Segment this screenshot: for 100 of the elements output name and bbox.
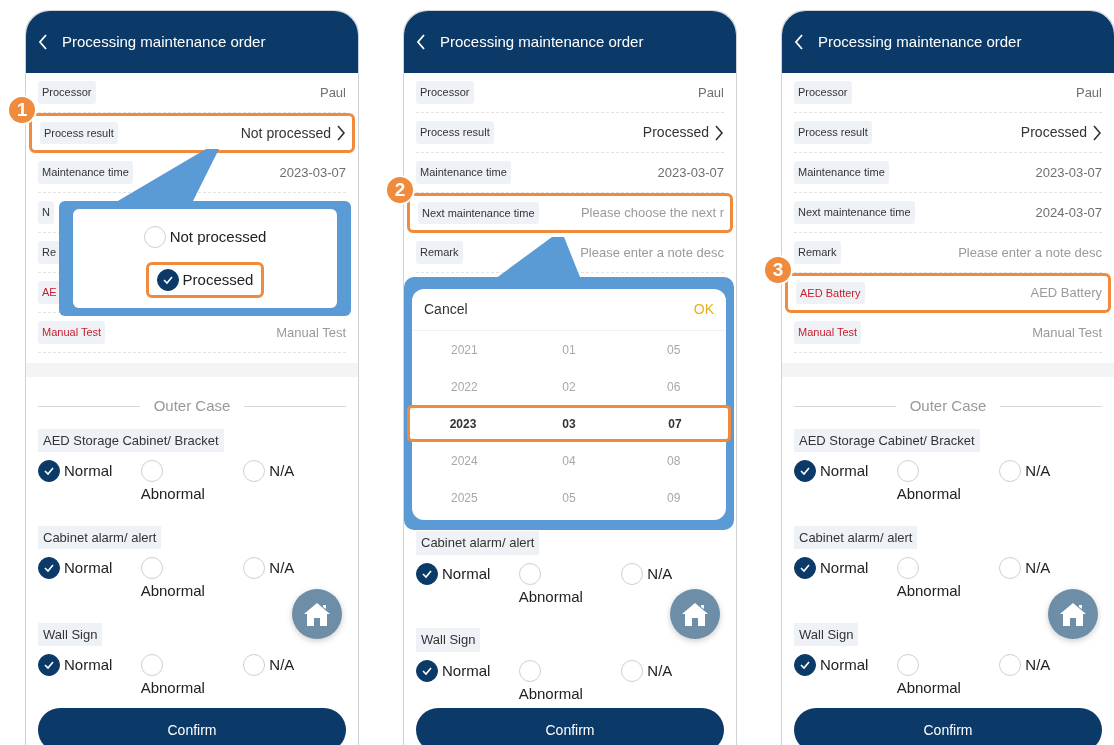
field-label: Manual Test xyxy=(794,321,862,344)
field-label: Remark xyxy=(794,241,841,264)
screen-title: Processing maintenance order xyxy=(440,31,644,52)
field-label: N xyxy=(38,201,54,224)
field-label: Next maintenance time xyxy=(418,201,539,225)
confirm-button[interactable]: Confirm xyxy=(38,708,346,745)
field-value: Paul xyxy=(319,83,346,102)
back-button[interactable] xyxy=(794,34,804,50)
picker-value[interactable]: 2021 xyxy=(412,340,517,359)
check-icon xyxy=(421,568,433,579)
step-number: 3 xyxy=(763,255,793,285)
home-icon xyxy=(303,601,331,627)
radio-button[interactable] xyxy=(38,460,60,482)
radio-button[interactable] xyxy=(38,557,60,579)
step-number: 1 xyxy=(7,95,37,125)
select-field[interactable]: Not processed xyxy=(240,122,346,144)
option-label: N/A xyxy=(647,563,673,584)
field-label: Maintenance time xyxy=(38,161,133,184)
field-label: Next maintenance time xyxy=(794,201,915,224)
option-label: Processed xyxy=(182,269,254,290)
section-title: Outer Case xyxy=(909,396,987,416)
home-icon xyxy=(1059,601,1087,627)
picker-value[interactable]: 09 xyxy=(621,488,726,507)
radio-button[interactable] xyxy=(794,557,816,579)
picker-value[interactable]: 04 xyxy=(516,451,622,470)
field-label: Manual Test xyxy=(38,321,106,344)
picker-value[interactable]: 02 xyxy=(516,377,622,396)
field-value: 2023-03-07 xyxy=(279,163,346,182)
check-icon xyxy=(43,466,55,476)
input-field[interactable]: Please enter a note desc xyxy=(524,242,724,263)
input-field[interactable]: Manual Test xyxy=(1006,322,1102,343)
question-label: AED Storage Cabinet/ Bracket xyxy=(794,428,980,452)
home-button[interactable] xyxy=(1048,589,1098,639)
screen-title: Processing maintenance order xyxy=(62,31,266,52)
option-label: N/A xyxy=(269,461,295,481)
option-label: Normal xyxy=(820,461,869,481)
question-label: Cabinet alarm/ alert xyxy=(416,531,540,555)
picker-value[interactable]: 2024 xyxy=(412,451,517,470)
option-label: Normal xyxy=(442,660,491,681)
radio-button[interactable] xyxy=(156,268,179,291)
field-label: Process result xyxy=(794,121,872,144)
select-field[interactable]: Processed xyxy=(642,122,724,143)
back-button[interactable] xyxy=(38,34,48,50)
picker-value[interactable]: 06 xyxy=(621,377,726,396)
picker-value[interactable]: 2025 xyxy=(412,488,517,507)
question-label: Wall Sign xyxy=(416,628,481,652)
field-label: Remark xyxy=(416,241,463,264)
option-label: Normal xyxy=(442,563,491,584)
picker-value[interactable]: 07 xyxy=(622,414,728,433)
picker-value[interactable]: 2022 xyxy=(412,377,517,396)
check-icon xyxy=(43,563,55,573)
field-label: Processor xyxy=(38,81,96,104)
input-field[interactable]: Please choose the next r xyxy=(538,203,724,223)
picker-value[interactable]: 01 xyxy=(516,340,622,359)
question-label: Wall Sign xyxy=(794,622,859,646)
check-icon xyxy=(43,660,55,670)
field-value: Paul xyxy=(1075,83,1102,102)
picker-value[interactable]: 2023 xyxy=(410,414,516,433)
home-button[interactable] xyxy=(670,589,720,639)
input-field[interactable]: Manual Test xyxy=(250,322,346,343)
question-label: Wall Sign xyxy=(38,622,103,646)
home-icon xyxy=(681,601,709,627)
option-label: Normal xyxy=(820,558,869,578)
chevron-icon xyxy=(715,124,724,141)
picker-value[interactable]: 08 xyxy=(621,451,726,470)
select-field[interactable]: Processed xyxy=(1020,122,1102,143)
option-label: Normal xyxy=(64,655,113,675)
field-label: AE xyxy=(38,281,61,304)
picker-value[interactable]: 05 xyxy=(516,488,622,507)
input-field[interactable]: Please enter a note desc xyxy=(902,242,1102,263)
ok-button[interactable]: OK xyxy=(693,299,714,320)
field-label: Processor xyxy=(794,81,852,104)
field-value: 2023-03-07 xyxy=(1035,163,1102,182)
field-label: Process result xyxy=(40,121,118,145)
confirm-button[interactable]: Confirm xyxy=(416,708,724,745)
field-label: AED Battery xyxy=(796,281,865,305)
question-label: Cabinet alarm/ alert xyxy=(38,525,162,549)
field-label: Re xyxy=(38,241,61,264)
screen-title: Processing maintenance order xyxy=(818,31,1022,52)
option-label: Abnormal xyxy=(140,581,205,601)
cancel-button[interactable]: Cancel xyxy=(424,299,468,320)
radio-button[interactable] xyxy=(416,659,438,682)
input-field[interactable]: AED Battery xyxy=(1006,283,1102,303)
radio-button[interactable] xyxy=(38,654,60,676)
option-label: N/A xyxy=(1025,461,1051,481)
back-button[interactable] xyxy=(416,34,426,50)
home-button[interactable] xyxy=(292,589,342,639)
field-label: Maintenance time xyxy=(416,161,511,184)
option-label: Abnormal xyxy=(140,484,205,504)
confirm-button[interactable]: Confirm xyxy=(794,708,1102,745)
option-label: Normal xyxy=(820,655,869,675)
radio-button[interactable] xyxy=(416,562,438,585)
field-label: Process result xyxy=(416,121,494,144)
field-label: Maintenance time xyxy=(794,161,889,184)
radio-button[interactable] xyxy=(794,460,816,482)
picker-value[interactable]: 03 xyxy=(516,414,622,433)
radio-button[interactable] xyxy=(794,654,816,676)
option-label: Abnormal xyxy=(896,581,961,601)
picker-value[interactable]: 05 xyxy=(621,340,726,359)
chevron-icon xyxy=(337,125,346,141)
